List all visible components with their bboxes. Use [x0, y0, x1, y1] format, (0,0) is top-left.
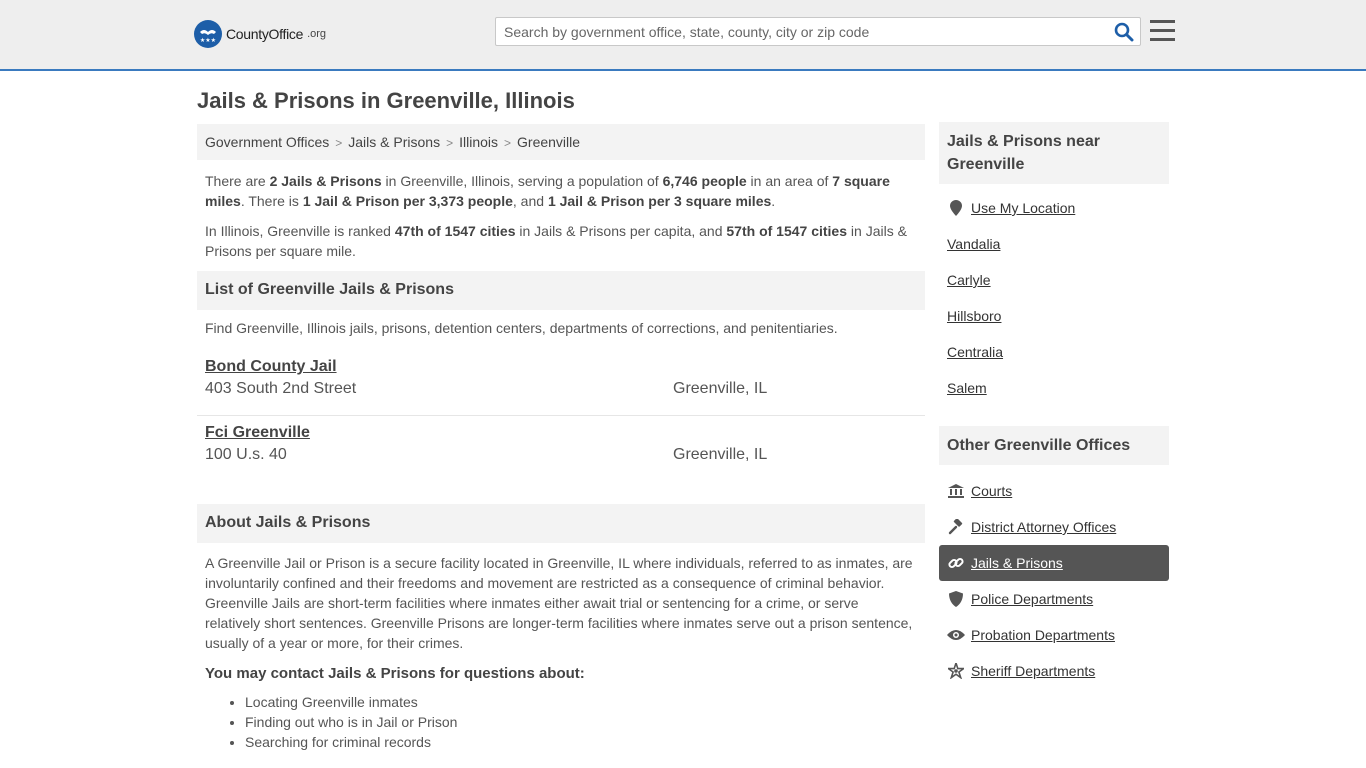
- about-heading: About Jails & Prisons: [197, 504, 925, 543]
- use-my-location-item[interactable]: Use My Location: [939, 190, 1169, 226]
- list-item: Locating Greenville inmates: [245, 692, 925, 712]
- chevron-right-icon: >: [504, 136, 512, 150]
- logo-tld: .org: [307, 28, 327, 40]
- office-item-police[interactable]: Police Departments: [939, 581, 1169, 617]
- list-heading: List of Greenville Jails & Prisons: [197, 271, 925, 310]
- nearby-city-link[interactable]: Salem: [947, 380, 987, 396]
- svg-text:★★★: ★★★: [200, 37, 216, 44]
- list-description: Find Greenville, Illinois jails, prisons…: [205, 320, 838, 336]
- office-item-district-attorney[interactable]: District Attorney Offices: [939, 509, 1169, 545]
- star-icon: [947, 662, 965, 680]
- nearby-city-link[interactable]: Hillsboro: [947, 308, 1001, 324]
- map-pin-icon: [947, 199, 965, 217]
- chevron-right-icon: >: [446, 136, 454, 150]
- list-item: Bond County Jail 403 South 2nd Street Gr…: [197, 350, 925, 415]
- breadcrumb-illinois[interactable]: Illinois: [459, 134, 498, 150]
- intro-paragraph-stats: There are 2 Jails & Prisons in Greenvill…: [205, 173, 890, 209]
- office-link[interactable]: Probation Departments: [971, 627, 1115, 643]
- link-icon: [947, 554, 965, 572]
- list-item: Fci Greenville 100 U.s. 40 Greenville, I…: [197, 415, 925, 480]
- office-link[interactable]: District Attorney Offices: [971, 519, 1116, 535]
- other-offices-list: Courts District Attorney Offices Jails &…: [939, 465, 1169, 689]
- search-button[interactable]: [1114, 22, 1134, 42]
- list-item: Finding out who is in Jail or Prison: [245, 712, 925, 732]
- nearby-city-link[interactable]: Carlyle: [947, 272, 991, 288]
- page-title: Jails & Prisons in Greenville, Illinois: [197, 88, 575, 113]
- other-offices-heading: Other Greenville Offices: [939, 426, 1169, 465]
- office-item-courts[interactable]: Courts: [939, 473, 1169, 509]
- chevron-right-icon: >: [335, 136, 343, 150]
- nearby-city-link[interactable]: Vandalia: [947, 236, 1000, 252]
- list-item: Searching for criminal records: [245, 732, 925, 752]
- breadcrumb: Government Offices > Jails & Prisons > Illin…: [197, 124, 925, 160]
- office-item-jails-prisons[interactable]: Jails & Prisons: [939, 545, 1169, 581]
- breadcrumb-jails-prisons[interactable]: Jails & Prisons: [348, 134, 440, 150]
- shield-icon: [947, 590, 965, 608]
- office-link[interactable]: Police Departments: [971, 591, 1093, 607]
- office-item-probation[interactable]: Probation Departments: [939, 617, 1169, 653]
- nearby-city-item[interactable]: Carlyle: [939, 262, 1169, 298]
- office-link[interactable]: Sheriff Departments: [971, 663, 1095, 679]
- intro-paragraph-ranking: In Illinois, Greenville is ranked 47th o…: [205, 223, 907, 259]
- breadcrumb-greenville[interactable]: Greenville: [517, 134, 580, 150]
- listing-address: 403 South 2nd Street: [205, 380, 357, 397]
- nearby-heading: Jails & Prisons near Greenville: [939, 122, 1169, 184]
- office-item-sheriff[interactable]: Sheriff Departments: [939, 653, 1169, 689]
- nearby-city-item[interactable]: Salem: [939, 370, 1169, 406]
- about-text: A Greenville Jail or Prison is a secure …: [205, 555, 913, 651]
- search-input[interactable]: [496, 18, 1106, 45]
- eye-icon: [947, 626, 965, 644]
- listing-name-link[interactable]: Bond County Jail: [205, 358, 337, 376]
- intro-text: There are 2 Jails & Prisons in Greenvill…: [197, 160, 925, 261]
- sidebar: Jails & Prisons near Greenville Use My L…: [939, 122, 1169, 689]
- contact-heading: You may contact Jails & Prisons for ques…: [205, 665, 585, 682]
- nearby-list: Use My Location Vandalia Carlyle Hillsbo…: [939, 184, 1169, 406]
- listing-name-link[interactable]: Fci Greenville: [205, 424, 310, 442]
- site-header: ★★★ CountyOffice .org: [0, 0, 1366, 71]
- listing-address: 100 U.s. 40: [205, 446, 287, 463]
- contact-topics-list: Locating Greenville inmates Finding out …: [197, 682, 925, 752]
- listing-city: Greenville, IL: [673, 380, 768, 397]
- courthouse-icon: [947, 482, 965, 500]
- nearby-city-item[interactable]: Centralia: [939, 334, 1169, 370]
- logo-name: CountyOffice: [226, 26, 304, 42]
- nearby-city-item[interactable]: Hillsboro: [939, 298, 1169, 334]
- site-logo[interactable]: ★★★ CountyOffice .org: [194, 20, 326, 48]
- main-content: Government Offices > Jails & Prisons > Illin…: [197, 124, 925, 752]
- nearby-city-link[interactable]: Centralia: [947, 344, 1003, 360]
- search-icon: [1114, 22, 1134, 42]
- breadcrumb-government-offices[interactable]: Government Offices: [205, 134, 329, 150]
- office-link[interactable]: Jails & Prisons: [971, 555, 1063, 571]
- use-my-location-link[interactable]: Use My Location: [971, 200, 1075, 216]
- nearby-city-item[interactable]: Vandalia: [939, 226, 1169, 262]
- search-box: [495, 17, 1141, 46]
- hamburger-menu-icon[interactable]: [1150, 20, 1175, 42]
- logo-seal-icon: ★★★: [194, 20, 222, 48]
- gavel-icon: [947, 518, 965, 536]
- listing-city: Greenville, IL: [673, 446, 768, 463]
- office-link[interactable]: Courts: [971, 483, 1012, 499]
